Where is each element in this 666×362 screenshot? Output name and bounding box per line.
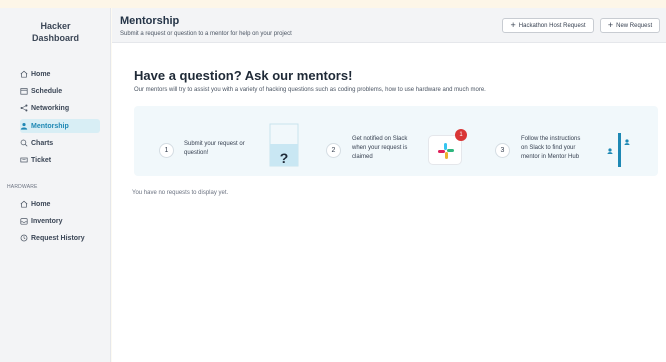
sidebar-item-inventory[interactable]: Inventory: [20, 214, 100, 228]
step-text: Submit your request or question!: [184, 140, 245, 158]
step-number: 2: [326, 143, 341, 158]
step-text-line: when your request is: [352, 145, 408, 151]
button-label: New Request: [616, 22, 653, 29]
step-text: Get notified on Slack when your request …: [352, 135, 407, 162]
empty-state-message: You have no requests to display yet.: [132, 190, 229, 196]
section-heading: Have a question? Ask our mentors!: [134, 68, 353, 83]
button-label: Hackathon Host Request: [518, 22, 586, 29]
sidebar-item-label: Home: [31, 200, 51, 208]
sidebar-item-label: Charts: [31, 139, 54, 147]
step-text-line: Submit your request or: [184, 141, 245, 147]
new-request-button[interactable]: + New Request: [600, 18, 660, 33]
plus-icon: +: [510, 20, 516, 30]
sidebar-item-request-history[interactable]: Request History: [20, 231, 100, 245]
step-text-line: Get notified on Slack: [352, 136, 408, 142]
question-box-icon: ?: [269, 123, 299, 167]
sidebar-item-ticket[interactable]: Ticket: [20, 153, 100, 167]
step-number: 3: [495, 143, 510, 158]
step-text-line: Follow the instructions: [521, 136, 581, 142]
sidebar-item-home[interactable]: Home: [20, 67, 100, 81]
sidebar-item-schedule[interactable]: Schedule: [20, 84, 100, 98]
slack-tile: 1: [428, 129, 467, 165]
step-text: Follow the instructions on Slack to find…: [521, 135, 580, 162]
top-strip: [0, 0, 666, 8]
sidebar-item-networking[interactable]: Networking: [20, 101, 100, 115]
sidebar-item-label: Networking: [31, 104, 70, 112]
sidebar-item-hardware-home[interactable]: Home: [20, 197, 100, 211]
sidebar-item-label: Home: [31, 70, 51, 78]
slack-icon: [438, 143, 454, 159]
mentor-hub-icon: [607, 133, 630, 167]
main-content: Mentorship Submit a request or question …: [112, 8, 666, 362]
sidebar-item-label: Ticket: [31, 156, 52, 164]
step-text-line: question!: [184, 150, 209, 156]
brand-line-2: Dashboard: [31, 33, 79, 43]
sidebar-item-label: Mentorship: [31, 122, 69, 130]
brand[interactable]: Hacker Dashboard: [0, 20, 111, 44]
home-icon: [20, 200, 28, 208]
step-text-line: claimed: [352, 154, 373, 160]
step-number: 1: [159, 143, 174, 158]
sidebar-item-charts[interactable]: Charts: [20, 136, 100, 150]
ticket-icon: [20, 157, 28, 163]
page-header: Mentorship Submit a request or question …: [112, 8, 666, 43]
sidebar: Hacker Dashboard Home Schedule Networkin…: [0, 8, 111, 362]
page-subtitle: Submit a request or question to a mentor…: [120, 31, 292, 37]
clock-icon: [20, 234, 28, 242]
inbox-icon: [20, 218, 28, 225]
notification-badge: 1: [455, 129, 467, 141]
calendar-icon: [20, 88, 28, 95]
step-text-line: mentor in Mentor Hub: [521, 154, 580, 160]
hackathon-host-request-button[interactable]: + Hackathon Host Request: [502, 18, 594, 33]
page-title: Mentorship: [120, 15, 180, 27]
hardware-section-label: HARDWARE: [7, 184, 38, 190]
home-icon: [20, 70, 28, 78]
brand-line-1: Hacker: [40, 21, 71, 31]
search-icon: [20, 139, 28, 147]
plus-icon: +: [607, 20, 614, 30]
sidebar-item-label: Request History: [31, 234, 85, 242]
mentor-icon: [20, 122, 28, 130]
question-mark: ?: [280, 150, 289, 166]
steps-panel: 1 Submit your request or question! ? 2 G…: [134, 106, 658, 176]
sidebar-item-mentorship[interactable]: Mentorship: [20, 119, 100, 133]
section-description: Our mentors will try to assist you with …: [134, 87, 486, 93]
step-text-line: on Slack to find your: [521, 145, 576, 151]
sidebar-item-label: Schedule: [31, 87, 63, 95]
sidebar-item-label: Inventory: [31, 217, 63, 225]
share-icon: [20, 104, 28, 112]
